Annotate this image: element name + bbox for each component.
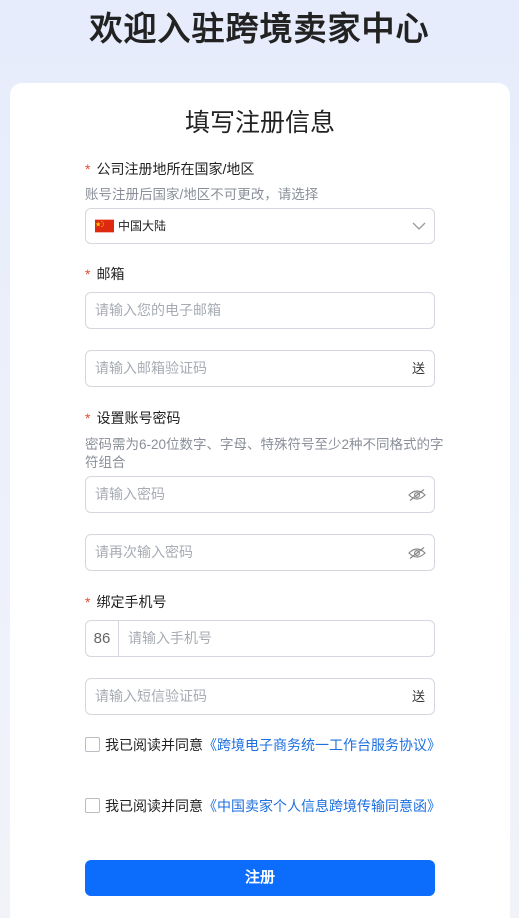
agreement-service-checkbox[interactable]: [85, 737, 100, 752]
privacy-consent-link[interactable]: 《中国卖家个人信息跨境传输同意函》: [203, 798, 441, 814]
sms-code-placeholder: 请输入短信验证码: [95, 688, 207, 704]
send-sms-code-button[interactable]: 送: [412, 679, 425, 714]
register-button[interactable]: 注册: [85, 860, 435, 896]
required-mark: *: [85, 594, 91, 610]
phone-label: * 绑定手机号: [85, 594, 167, 610]
phone-placeholder: 请输入手机号: [128, 630, 212, 646]
country-select[interactable]: 中国大陆: [85, 208, 435, 244]
password-label: * 设置账号密码: [85, 410, 181, 426]
required-mark: *: [85, 410, 91, 426]
required-mark: *: [85, 266, 91, 282]
service-agreement-link[interactable]: 《跨境电子商务统一工作台服务协议》: [203, 737, 441, 753]
email-label: * 邮箱: [85, 266, 125, 282]
confirm-password-placeholder: 请再次输入密码: [95, 544, 193, 560]
email-code-field[interactable]: 请输入邮箱验证码 送: [85, 350, 435, 387]
country-value: 中国大陆: [118, 219, 167, 233]
email-field[interactable]: 请输入您的电子邮箱: [85, 292, 435, 329]
password-placeholder: 请输入密码: [95, 486, 165, 502]
confirm-password-field[interactable]: 请再次输入密码: [85, 534, 435, 571]
eye-hidden-icon[interactable]: [408, 488, 426, 502]
chevron-down-icon: [412, 222, 426, 230]
country-label: * 公司注册地所在国家/地区: [85, 161, 255, 177]
password-field[interactable]: 请输入密码: [85, 476, 435, 513]
eye-hidden-icon[interactable]: [408, 546, 426, 560]
register-card: 填写注册信息 * 公司注册地所在国家/地区 账号注册后国家/地区不可更改，请选择 …: [10, 83, 510, 918]
page-title: 欢迎入驻跨境卖家中心: [89, 10, 430, 47]
required-mark: *: [85, 161, 91, 177]
phone-field[interactable]: 86 请输入手机号: [85, 620, 435, 657]
password-hint: 密码需为6-20位数字、字母、特殊符号至少2种不同格式的字符组合: [85, 437, 444, 470]
sms-code-field[interactable]: 请输入短信验证码 送: [85, 678, 435, 715]
agreement-privacy: 我已阅读并同意《中国卖家个人信息跨境传输同意函》: [85, 794, 445, 818]
china-flag-icon: [95, 219, 114, 233]
agreement-privacy-checkbox[interactable]: [85, 798, 100, 813]
send-email-code-button[interactable]: 送: [412, 351, 425, 386]
email-placeholder: 请输入您的电子邮箱: [95, 302, 221, 318]
agreement-service: 我已阅读并同意《跨境电子商务统一工作台服务协议》: [85, 733, 445, 757]
country-hint: 账号注册后国家/地区不可更改，请选择: [85, 187, 319, 202]
country-code-prefix[interactable]: 86: [86, 621, 119, 656]
form-title: 填写注册信息: [184, 109, 335, 137]
email-code-placeholder: 请输入邮箱验证码: [95, 360, 207, 376]
